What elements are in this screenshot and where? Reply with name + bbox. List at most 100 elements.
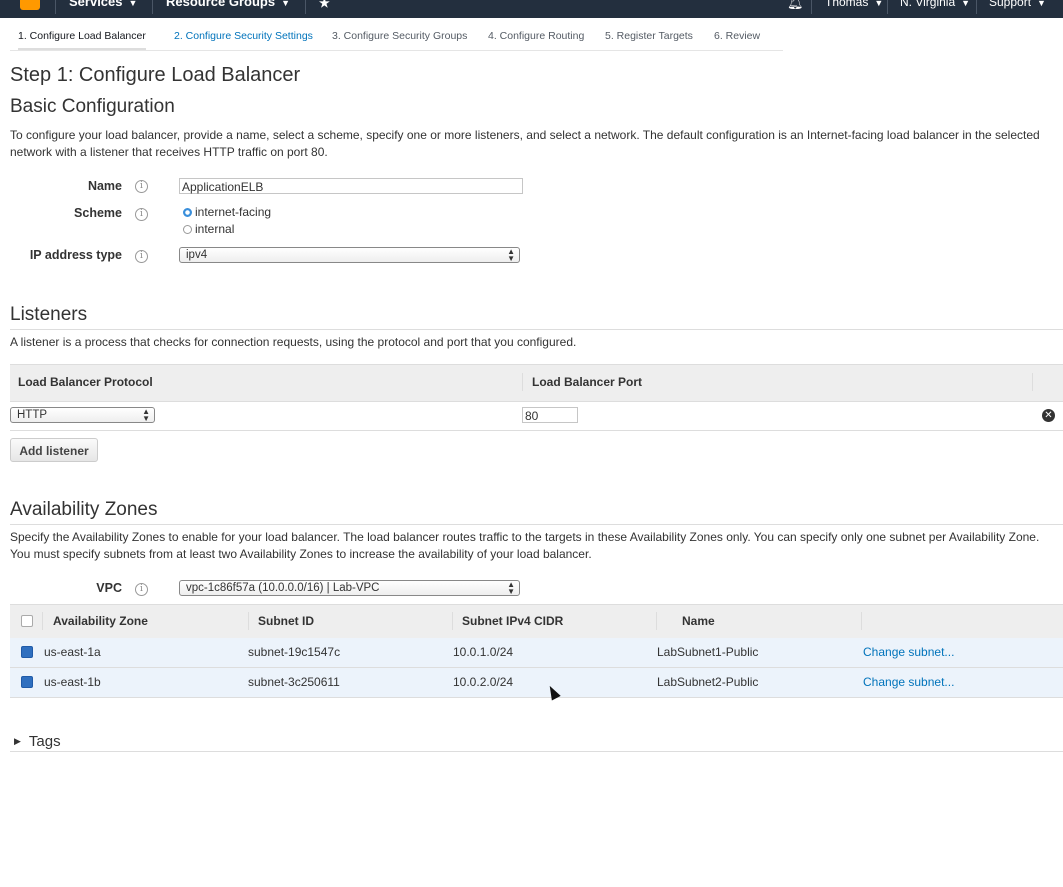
region-menu[interactable]: N. Virginia ▼ — [900, 0, 970, 9]
info-icon[interactable]: i — [135, 208, 148, 221]
listeners-heading: Listeners — [10, 304, 88, 325]
basic-configuration-heading: Basic Configuration — [10, 96, 175, 117]
top-nav-bar: Services ▼ Resource Groups ▼ ★ 🔔︎ Thomas ▼ … — [0, 0, 1063, 18]
section-divider — [10, 751, 1063, 752]
basic-configuration-description: To configure your load balancer, provide… — [10, 128, 1040, 159]
column-divider — [861, 612, 862, 630]
availability-zones-description: Specify the Availability Zones to enable… — [10, 530, 1040, 561]
zone-checkbox[interactable] — [21, 676, 33, 688]
listeners-description: A listener is a process that checks for … — [10, 335, 577, 349]
column-divider — [1032, 373, 1033, 391]
column-divider — [42, 612, 43, 630]
tabs-underline — [10, 50, 783, 51]
info-icon[interactable]: i — [135, 583, 148, 596]
nav-divider — [976, 0, 977, 14]
chevron-down-icon: ▼ — [1037, 0, 1046, 8]
availability-zones-table-header: Availability Zone Subnet ID Subnet IPv4 … — [10, 604, 1063, 639]
chevron-down-icon: ▼ — [874, 0, 884, 8]
subnet-name: LabSubnet2-Public — [657, 675, 759, 689]
tags-label: Tags — [28, 733, 61, 750]
table-row[interactable]: us-east-1a subnet-19c1547c 10.0.1.0/24 L… — [10, 638, 1063, 668]
ip-address-type-value: ipv4 — [186, 249, 208, 261]
col-name[interactable]: Name — [682, 614, 715, 628]
tab-configure-security-groups[interactable]: 3. Configure Security Groups — [332, 30, 467, 48]
tab-review[interactable]: 6. Review — [714, 30, 760, 48]
subnet-id: subnet-19c1547c — [248, 645, 341, 659]
nav-divider — [811, 0, 812, 14]
col-load-balancer-protocol[interactable]: Load Balancer Protocol — [18, 375, 153, 389]
subnet-id: subnet-3c250611 — [248, 675, 340, 689]
select-arrows-icon: ▲ ▼ — [507, 580, 515, 596]
tab-configure-routing[interactable]: 4. Configure Routing — [488, 30, 584, 48]
region-name: N. Virginia — [900, 0, 956, 9]
tab-register-targets[interactable]: 5. Register Targets — [605, 30, 693, 48]
listeners-table-header: Load Balancer Protocol Load Balancer Por… — [10, 364, 1063, 402]
tab-configure-load-balancer[interactable]: 1. Configure Load Balancer — [18, 30, 146, 50]
resource-groups-label: Resource Groups — [166, 0, 276, 9]
bell-icon[interactable]: 🔔︎ — [787, 0, 804, 11]
section-divider — [10, 524, 1063, 525]
select-all-checkbox[interactable] — [21, 615, 33, 627]
column-divider — [522, 373, 523, 391]
change-subnet-link[interactable]: Change subnet... — [863, 675, 954, 689]
zone-name: us-east-1b — [44, 675, 101, 689]
remove-listener-icon[interactable]: ✕ — [1042, 409, 1055, 422]
info-icon[interactable]: i — [135, 250, 148, 263]
user-menu[interactable]: Thomas ▼ — [825, 0, 883, 9]
table-row[interactable]: us-east-1b subnet-3c250611 10.0.2.0/24 L… — [10, 668, 1063, 698]
column-divider — [656, 612, 657, 630]
chevron-down-icon: ▼ — [281, 0, 291, 8]
scheme-internal-radio[interactable] — [183, 225, 192, 234]
nav-divider — [152, 0, 153, 14]
listener-protocol-value: HTTP — [17, 409, 48, 421]
caret-right-icon: ▶ — [14, 736, 21, 746]
nav-divider — [305, 0, 306, 14]
section-divider — [10, 329, 1063, 330]
scheme-label: Scheme — [74, 206, 122, 220]
listener-row: HTTP ▲ ▼ 80 ✕ — [10, 401, 1063, 431]
zone-name: us-east-1a — [44, 645, 101, 659]
scheme-internet-facing-label: internet-facing — [195, 205, 272, 219]
subnet-cidr: 10.0.2.0/24 — [453, 675, 514, 689]
scheme-internal-label: internal — [195, 222, 235, 236]
listener-protocol-select[interactable]: HTTP ▲ ▼ — [10, 407, 155, 423]
availability-zones-heading: Availability Zones — [10, 499, 158, 520]
column-divider — [248, 612, 249, 630]
support-menu[interactable]: Support ▼ — [989, 0, 1046, 9]
tags-section-toggle[interactable]: ▶ Tags — [14, 733, 61, 750]
chevron-down-icon: ▼ — [961, 0, 971, 8]
info-icon[interactable]: i — [135, 180, 148, 193]
services-label: Services — [69, 0, 123, 9]
page-title: Step 1: Configure Load Balancer — [10, 64, 301, 86]
ip-address-type-label: IP address type — [29, 248, 122, 262]
change-subnet-link[interactable]: Change subnet... — [863, 645, 954, 659]
nav-divider — [55, 0, 56, 14]
subnet-name: LabSubnet1-Public — [657, 645, 759, 659]
resource-groups-menu[interactable]: Resource Groups ▼ — [166, 0, 290, 9]
col-subnet-id[interactable]: Subnet ID — [258, 614, 314, 628]
column-divider — [452, 612, 453, 630]
nav-divider — [887, 0, 888, 14]
user-name: Thomas — [825, 0, 869, 9]
services-menu[interactable]: Services ▼ — [69, 0, 137, 9]
ip-address-type-select[interactable]: ipv4 ▲ ▼ — [179, 247, 520, 263]
scheme-internet-facing-radio[interactable] — [183, 208, 192, 217]
col-availability-zone[interactable]: Availability Zone — [53, 614, 148, 628]
support-label: Support — [989, 0, 1032, 9]
col-subnet-ipv4-cidr[interactable]: Subnet IPv4 CIDR — [462, 614, 563, 628]
aws-logo-icon[interactable] — [20, 0, 40, 10]
vpc-value: vpc-1c86f57a (10.0.0.0/16) | Lab-VPC — [186, 582, 380, 594]
select-arrows-icon: ▲ ▼ — [142, 407, 150, 423]
vpc-select[interactable]: vpc-1c86f57a (10.0.0.0/16) | Lab-VPC ▲ ▼ — [179, 580, 520, 596]
listener-port-input[interactable]: 80 — [522, 407, 578, 423]
name-input[interactable]: ApplicationELB — [179, 178, 523, 194]
vpc-label: VPC — [96, 581, 122, 595]
select-arrows-icon: ▲ ▼ — [507, 247, 515, 263]
chevron-down-icon: ▼ — [128, 0, 138, 8]
pin-star-icon[interactable]: ★ — [319, 0, 330, 10]
zone-checkbox[interactable] — [21, 646, 33, 658]
name-label: Name — [87, 179, 122, 193]
add-listener-button[interactable]: Add listener — [10, 438, 98, 462]
tab-configure-security-settings[interactable]: 2. Configure Security Settings — [174, 30, 313, 48]
col-load-balancer-port[interactable]: Load Balancer Port — [532, 375, 642, 389]
